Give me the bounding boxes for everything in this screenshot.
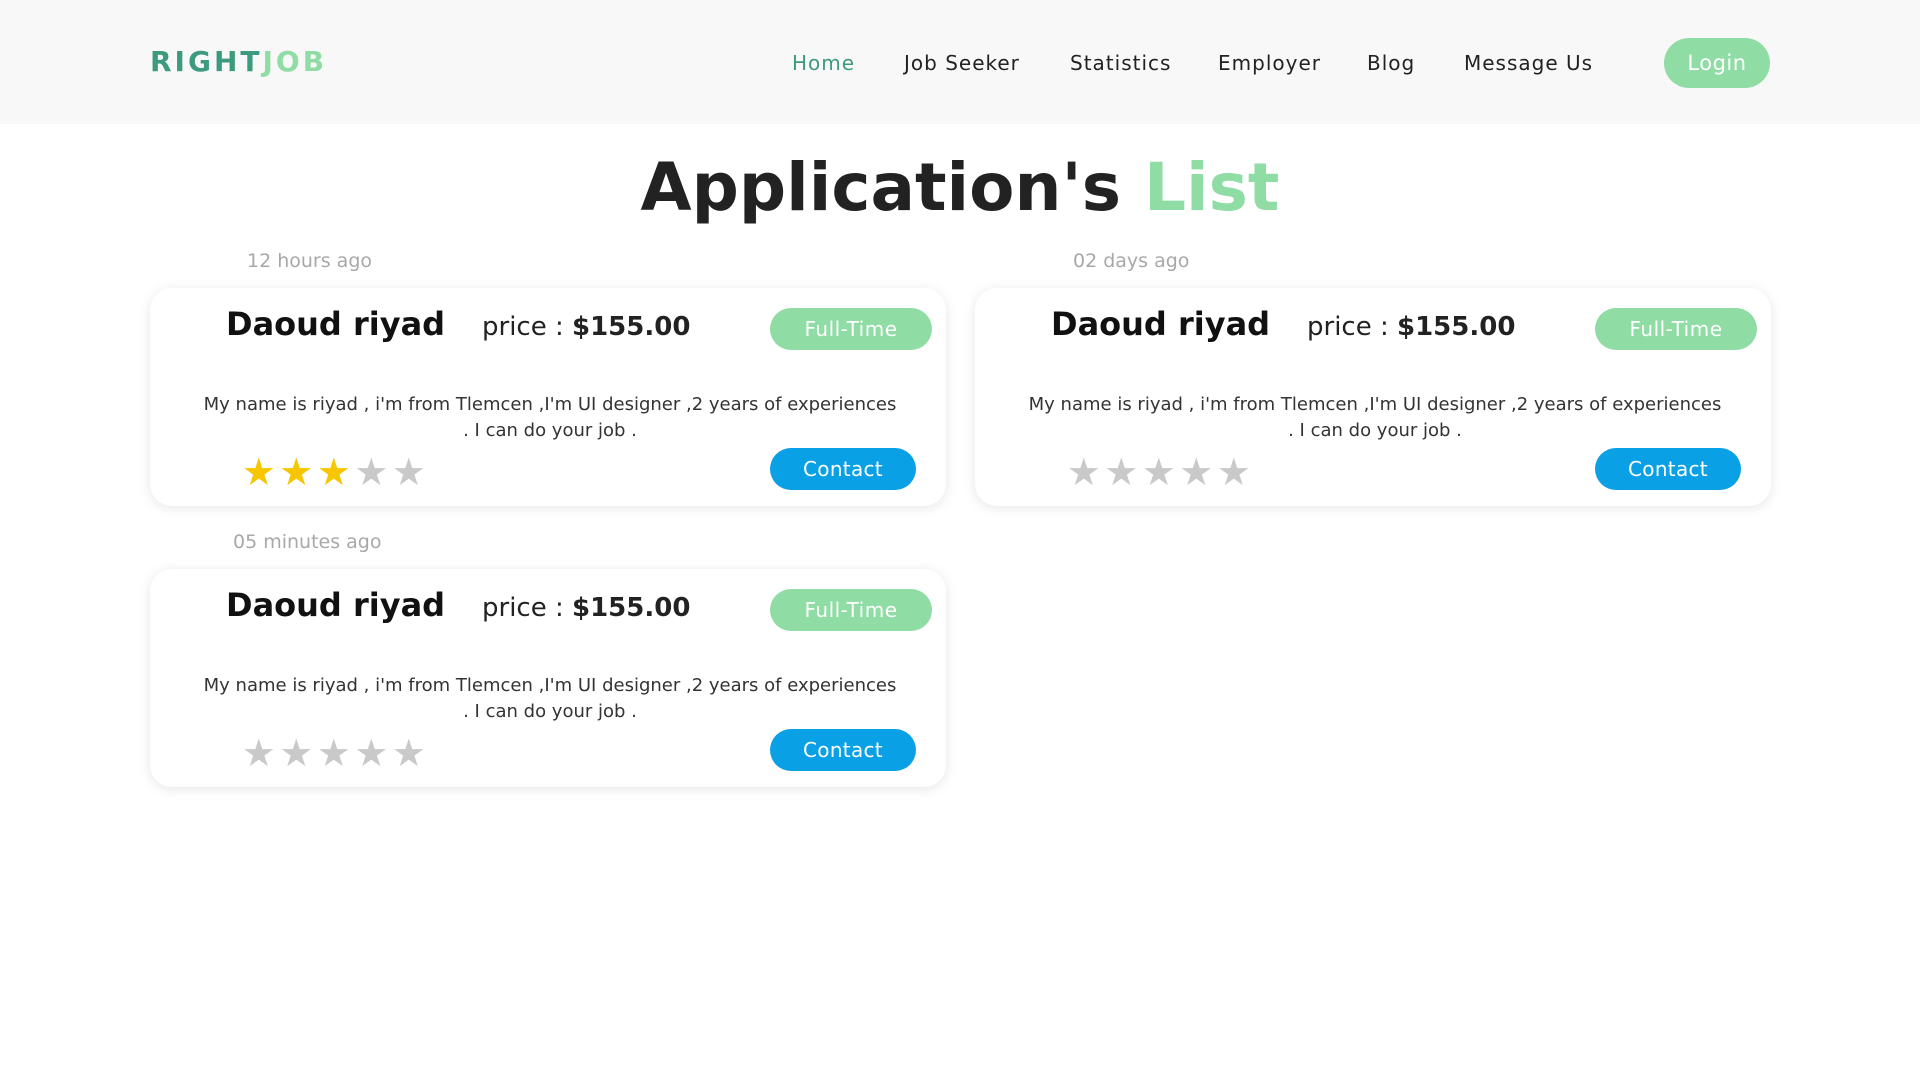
applicant-name: Daoud riyad: [226, 305, 446, 343]
star-icon: ★: [279, 731, 314, 775]
star-icon: ★: [1141, 450, 1176, 494]
price-value: $155.00: [572, 593, 691, 623]
nav-item-employer[interactable]: Employer: [1218, 48, 1321, 78]
star-icon: ★: [1104, 450, 1139, 494]
rating-stars: ★★★★★: [240, 733, 428, 773]
price: price : $155.00: [482, 591, 690, 625]
star-icon: ★: [241, 731, 276, 775]
applicant-description: My name is riyad , i'm from Tlemcen ,I'm…: [203, 394, 897, 441]
site-header: RIGHTJOB Home Job Seeker Statistics Empl…: [0, 0, 1920, 124]
job-type-badge: Full-Time: [770, 308, 932, 350]
star-icon: ★: [1179, 450, 1214, 494]
page-title-main: Application's: [640, 149, 1121, 226]
application-card: Daoud riyad price : $155.00 Full-Time My…: [975, 288, 1771, 506]
star-icon: ★: [354, 450, 389, 494]
application-card: Daoud riyad price : $155.00 Full-Time My…: [150, 288, 946, 506]
nav-item-statistics[interactable]: Statistics: [1070, 48, 1171, 78]
applicant-name: Daoud riyad: [1051, 305, 1271, 343]
login-button[interactable]: Login: [1664, 38, 1770, 88]
star-icon: ★: [1216, 450, 1251, 494]
price-label: price :: [482, 312, 564, 342]
price: price : $155.00: [1307, 310, 1515, 344]
application-time: 02 days ago: [1073, 250, 1190, 272]
star-icon: ★: [391, 450, 426, 494]
nav-item-message-us[interactable]: Message Us: [1464, 48, 1593, 78]
page-title-accent: List: [1143, 149, 1280, 226]
star-icon: ★: [279, 450, 314, 494]
star-icon: ★: [316, 450, 351, 494]
contact-button[interactable]: Contact: [770, 448, 916, 490]
application-card: Daoud riyad price : $155.00 Full-Time My…: [150, 569, 946, 787]
job-type-badge: Full-Time: [770, 589, 932, 631]
nav-item-job-seeker[interactable]: Job Seeker: [904, 48, 1020, 78]
price-value: $155.00: [572, 312, 691, 342]
nav-item-blog[interactable]: Blog: [1367, 48, 1415, 78]
price: price : $155.00: [482, 310, 690, 344]
rating-stars: ★★★★★: [1065, 452, 1253, 492]
application-time: 12 hours ago: [247, 250, 373, 272]
star-icon: ★: [391, 731, 426, 775]
nav-item-home[interactable]: Home: [792, 48, 855, 78]
price-label: price :: [1307, 312, 1389, 342]
contact-button[interactable]: Contact: [1595, 448, 1741, 490]
page-title: Application's List: [0, 146, 1920, 230]
contact-button[interactable]: Contact: [770, 729, 916, 771]
price-value: $155.00: [1397, 312, 1516, 342]
star-icon: ★: [1066, 450, 1101, 494]
job-type-badge: Full-Time: [1595, 308, 1757, 350]
star-icon: ★: [241, 450, 276, 494]
applicant-name: Daoud riyad: [226, 586, 446, 624]
star-icon: ★: [316, 731, 351, 775]
price-label: price :: [482, 593, 564, 623]
applicant-description: My name is riyad , i'm from Tlemcen ,I'm…: [1028, 394, 1722, 441]
star-icon: ★: [354, 731, 389, 775]
applicant-description: My name is riyad , i'm from Tlemcen ,I'm…: [203, 675, 897, 722]
application-time: 05 minutes ago: [233, 531, 382, 553]
main-nav: Home Job Seeker Statistics Employer Blog…: [0, 48, 1920, 78]
rating-stars: ★★★★★: [240, 452, 428, 492]
